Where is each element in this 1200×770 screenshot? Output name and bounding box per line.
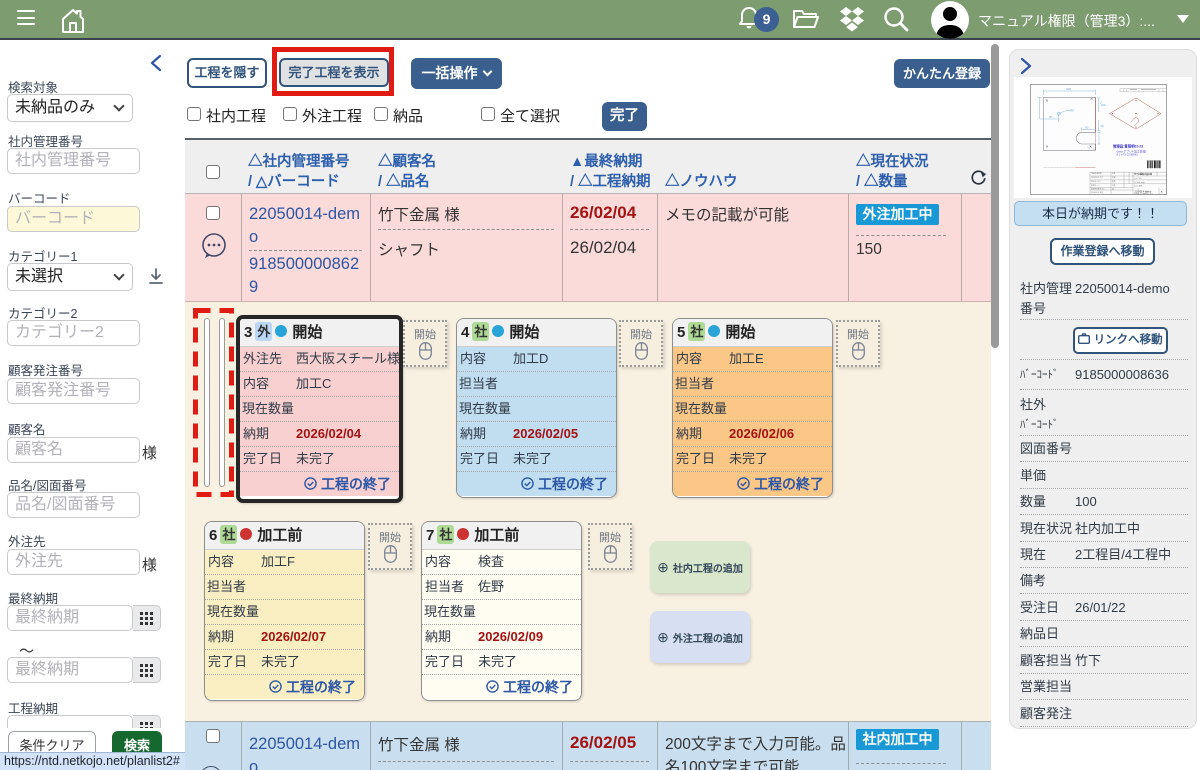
svg-text:SS400 / t2.0: SS400 / t2.0 (1091, 180, 1100, 183)
svg-text:8.2 +75-22/89/92: 8.2 +75-22/89/92 (1117, 153, 1139, 157)
svg-text:R5: R5 (1070, 109, 1074, 113)
svg-text:200: 200 (1066, 87, 1071, 91)
svg-text:図面管理番号 001: 図面管理番号 001 (1091, 188, 1104, 191)
svg-text:承認印 ○ △: 承認印 ○ △ (1091, 184, 1100, 187)
svg-text:A4: A4 (1112, 188, 1114, 191)
svg-text:50: 50 (1101, 124, 1105, 128)
svg-text:1:2 third angle: 1:2 third angle (1134, 181, 1145, 184)
svg-text:名称: 名称 (1112, 172, 1116, 175)
svg-text:22-0014-demo: 22-0014-demo (1135, 190, 1152, 194)
svg-text:作図者 検認者: 作図者 検認者 (1091, 172, 1102, 175)
svg-text:2026/01/20 竹下: 2026/01/20 竹下 (1091, 176, 1104, 179)
svg-text:表面: 表面 (1112, 180, 1116, 183)
svg-text:100: 100 (1101, 103, 1106, 107)
svg-text:尺度: 尺度 (1112, 184, 1116, 187)
svg-text:管理品:貴照明01-23: 管理品:貴照明01-23 (1113, 144, 1143, 149)
svg-text:材質: 材質 (1112, 176, 1116, 179)
svg-text:demo 図番: demo 図番 (1134, 185, 1142, 188)
svg-text:2026/01/22 発行: 2026/01/22 発行 (1091, 191, 1104, 194)
svg-text:50: 50 (1049, 115, 1053, 119)
svg-text:50: 50 (1085, 126, 1089, 130)
